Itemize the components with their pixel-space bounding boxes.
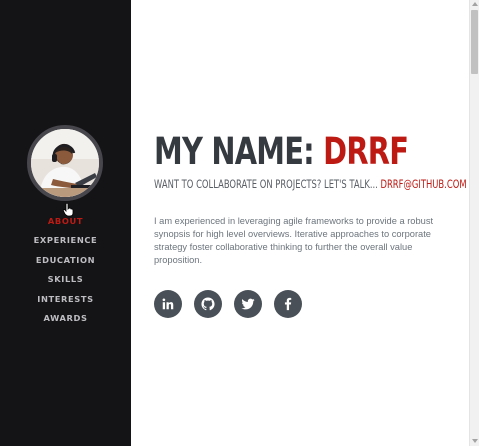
facebook-button[interactable] bbox=[274, 290, 302, 318]
avatar bbox=[27, 125, 103, 201]
github-button[interactable] bbox=[194, 290, 222, 318]
title-name: DRRF bbox=[323, 130, 409, 173]
page: ABOUT EXPERIENCE EDUCATION SKILLS INTERE… bbox=[0, 0, 479, 446]
linkedin-button[interactable] bbox=[154, 290, 182, 318]
sidebar-nav: ABOUT EXPERIENCE EDUCATION SKILLS INTERE… bbox=[0, 212, 131, 328]
nav-item-skills[interactable]: SKILLS bbox=[0, 270, 131, 289]
github-icon bbox=[201, 297, 215, 311]
scrollbar-thumb[interactable] bbox=[471, 10, 478, 74]
nav-item-about[interactable]: ABOUT bbox=[0, 212, 131, 231]
nav-item-education[interactable]: EDUCATION bbox=[0, 251, 131, 270]
email-link[interactable]: DRRF@GITHUB.COM bbox=[381, 177, 467, 191]
profile-photo bbox=[31, 129, 99, 197]
nav-item-interests[interactable]: INTERESTS bbox=[0, 290, 131, 309]
twitter-button[interactable] bbox=[234, 290, 262, 318]
subtitle-text: WANT TO COLLABORATE ON PROJECTS? LET'S T… bbox=[154, 177, 381, 191]
scroll-up-arrow-icon[interactable] bbox=[472, 2, 478, 6]
nav-item-experience[interactable]: EXPERIENCE bbox=[0, 231, 131, 250]
scroll-down-arrow-icon[interactable] bbox=[472, 439, 478, 443]
title-prefix: MY NAME: bbox=[154, 130, 324, 173]
subtitle: WANT TO COLLABORATE ON PROJECTS? LET'S T… bbox=[154, 177, 467, 191]
page-title: MY NAME: DRRF bbox=[154, 127, 409, 177]
nav-item-awards[interactable]: AWARDS bbox=[0, 309, 131, 328]
sidebar: ABOUT EXPERIENCE EDUCATION SKILLS INTERE… bbox=[0, 0, 131, 446]
linkedin-icon bbox=[162, 298, 174, 310]
main-content: MY NAME: DRRF WANT TO COLLABORATE ON PRO… bbox=[131, 0, 469, 446]
bio-paragraph: I am experienced in leveraging agile fra… bbox=[154, 216, 434, 265]
twitter-icon bbox=[241, 298, 255, 310]
scrollbar[interactable] bbox=[469, 0, 479, 446]
facebook-icon bbox=[284, 297, 292, 311]
